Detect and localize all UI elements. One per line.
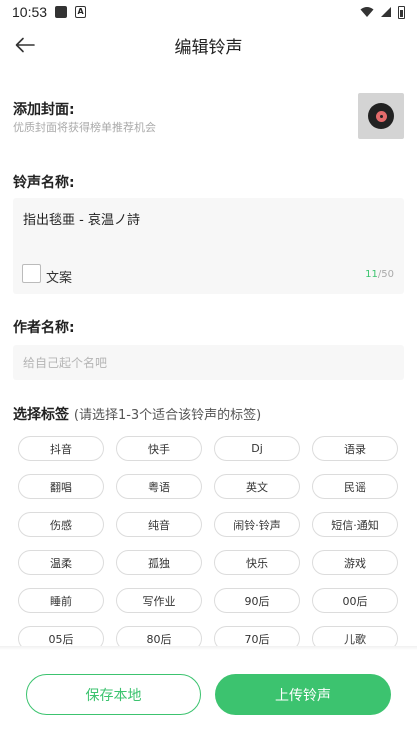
arrow-left-icon xyxy=(15,37,35,53)
author-name-field[interactable] xyxy=(13,345,404,380)
ringtone-name-label: 铃声名称: xyxy=(13,175,75,191)
tag-chip[interactable]: 伤感 xyxy=(18,512,104,537)
status-time: 10:53 xyxy=(12,4,48,20)
tag-chip[interactable]: 儿歌 xyxy=(312,626,398,648)
notification-square-icon xyxy=(55,6,68,18)
tag-chip[interactable]: 纯音 xyxy=(116,512,202,537)
tag-chip[interactable]: 快手 xyxy=(116,436,202,461)
tag-chip[interactable]: 短信·通知 xyxy=(312,512,398,537)
battery-icon xyxy=(398,5,405,19)
page-title: 编辑铃声 xyxy=(174,37,243,58)
tag-chip[interactable]: 游戏 xyxy=(312,550,398,575)
ringtone-name-value: 指出毯亜 - 哀温ノ詩 xyxy=(23,213,140,228)
tag-chip[interactable]: 抖音 xyxy=(18,436,104,461)
cover-label: 添加封面: xyxy=(13,102,75,118)
status-right-icons xyxy=(360,5,405,19)
vinyl-disc-icon xyxy=(368,103,394,129)
author-name-input[interactable] xyxy=(13,345,404,380)
tag-chip[interactable]: 睡前 xyxy=(18,588,104,613)
back-button[interactable] xyxy=(10,30,40,60)
tags-hint: (请选择1-3个适合该铃声的标签) xyxy=(73,408,262,423)
tag-chip[interactable]: 00后 xyxy=(312,588,398,613)
tag-chip[interactable]: 英文 xyxy=(214,474,300,499)
wifi-icon xyxy=(360,7,374,17)
tag-chip[interactable]: 80后 xyxy=(116,626,202,648)
cover-hint: 优质封面将获得榜单推荐机会 xyxy=(13,121,156,134)
author-name-label: 作者名称: xyxy=(13,320,75,336)
tag-chip[interactable]: 70后 xyxy=(214,626,300,648)
tag-chip[interactable]: 05后 xyxy=(18,626,104,648)
tags-label: 选择标签 (请选择1-3个适合该铃声的标签) xyxy=(13,404,261,424)
a-app-icon: A xyxy=(75,6,87,18)
copy-checkbox[interactable] xyxy=(22,264,41,283)
bottom-divider xyxy=(0,646,417,650)
tag-chip[interactable]: 孤独 xyxy=(116,550,202,575)
tags-title: 选择标签 xyxy=(13,407,69,423)
tag-chip[interactable]: Dj xyxy=(214,436,300,461)
tags-grid: 抖音 快手 Dj 语录翻唱 粤语 英文 民谣伤感 纯音 闹铃·铃声 短信·通知温柔 孤独 快乐 游戏睡前… xyxy=(18,436,401,648)
tag-chip[interactable]: 快乐 xyxy=(214,550,300,575)
tag-chip[interactable]: 90后 xyxy=(214,588,300,613)
signal-icon xyxy=(381,7,391,17)
save-local-button[interactable]: 保存本地 xyxy=(26,674,201,715)
ringtone-name-field[interactable]: 指出毯亜 - 哀温ノ詩 文案 11/50 xyxy=(13,198,404,294)
status-bar: 10:53 A xyxy=(0,0,417,24)
tag-chip[interactable]: 语录 xyxy=(312,436,398,461)
upload-ringtone-button[interactable]: 上传铃声 xyxy=(215,674,391,715)
tag-chip[interactable]: 闹铃·铃声 xyxy=(214,512,300,537)
char-counter: 11/50 xyxy=(365,269,394,280)
tag-chip[interactable]: 写作业 xyxy=(116,588,202,613)
char-count-max: /50 xyxy=(377,269,394,280)
cover-thumbnail[interactable] xyxy=(358,93,404,139)
char-count-used: 11 xyxy=(365,269,378,280)
tag-chip[interactable]: 粤语 xyxy=(116,474,202,499)
tag-chip[interactable]: 翻唱 xyxy=(18,474,104,499)
tag-chip[interactable]: 民谣 xyxy=(312,474,398,499)
tag-chip[interactable]: 温柔 xyxy=(18,550,104,575)
app-bar: 编辑铃声 xyxy=(0,24,417,66)
copy-checkbox-label[interactable]: 文案 xyxy=(46,267,72,286)
